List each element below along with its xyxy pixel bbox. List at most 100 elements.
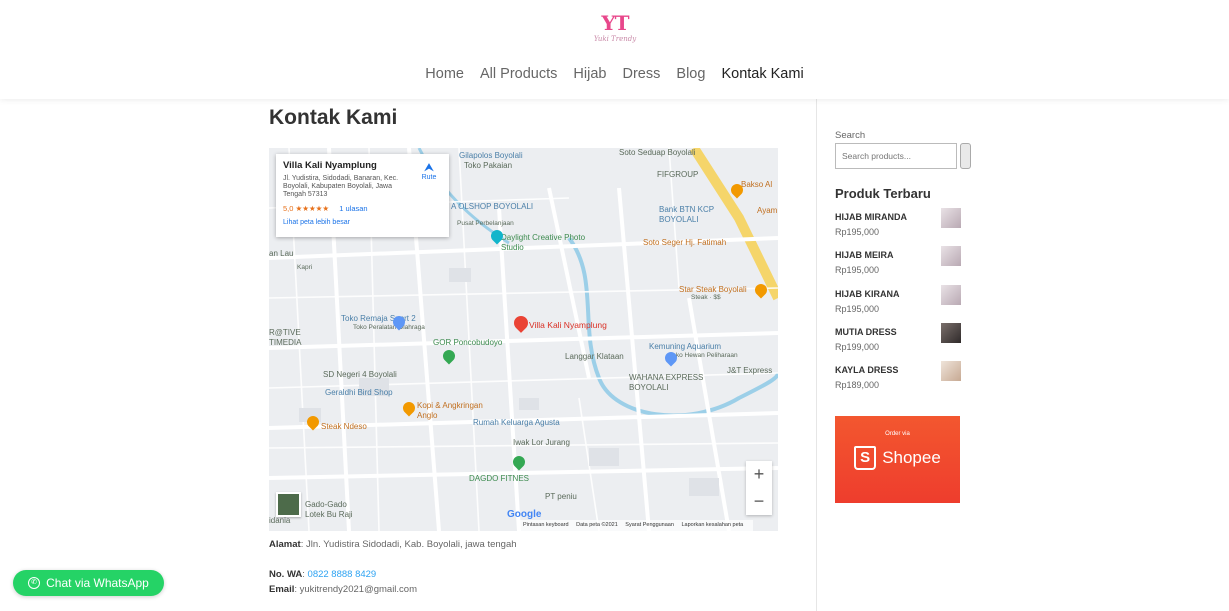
map-label: DAGDO FITNES: [469, 474, 530, 483]
product-price: Rp195,000: [835, 265, 880, 275]
zoom-out-button[interactable]: −: [746, 488, 772, 515]
product-thumbnail[interactable]: [941, 246, 961, 266]
product-item[interactable]: KAYLA DRESS Rp189,000: [835, 361, 961, 399]
map-label: Rumah Keluarga Agusta: [473, 418, 560, 427]
map-label: Gado-Gado Lotek Bu Raji: [305, 500, 353, 519]
map-label: Iwak Lor Jurang: [513, 438, 570, 447]
map-label: SD Negeri 4 Boyolali: [323, 370, 397, 379]
map-label: Toko Hewan Peliharaan: [669, 352, 738, 359]
product-price: Rp199,000: [835, 342, 880, 352]
map-label: an Lau: [269, 249, 294, 258]
map-label: PT peniu: [545, 492, 577, 501]
search-input[interactable]: [835, 143, 957, 169]
report-error-link[interactable]: Laporkan kesalahan peta: [681, 522, 743, 528]
map-label: Ayam: [757, 206, 778, 215]
map-label: Gilapolos Boyolali: [459, 151, 523, 160]
order-via-text: Order via: [885, 431, 910, 437]
product-thumbnail[interactable]: [941, 361, 961, 381]
map-label: GOR Poncobudoyo: [433, 338, 503, 347]
product-item[interactable]: MUTIA DRESS Rp199,000: [835, 323, 961, 361]
product-item[interactable]: HIJAB MIRANDA Rp195,000: [835, 208, 961, 246]
nav-all-products[interactable]: All Products: [480, 66, 557, 82]
satellite-toggle[interactable]: [276, 492, 301, 517]
search-label: Search: [835, 130, 866, 141]
product-item[interactable]: HIJAB MEIRA Rp195,000: [835, 246, 961, 284]
map-label: Steak Ndeso: [321, 422, 367, 431]
address-value: : Jln. Yudistira Sidodadi, Kab. Boyolali…: [300, 539, 517, 550]
route-button[interactable]: ⮝ Rute: [417, 160, 441, 181]
nav-home[interactable]: Home: [425, 66, 464, 82]
map-label: Geraldhi Bird Shop: [325, 388, 393, 397]
product-price: Rp195,000: [835, 227, 880, 237]
zoom-in-button[interactable]: +: [746, 461, 772, 488]
place-address: Jl. Yudistira, Sidodadi, Banaran, Kec. B…: [283, 175, 399, 198]
map-label: Steak · $$: [691, 294, 721, 301]
google-map-embed[interactable]: Villa Kali Nyamplung Jl. Yudistira, Sido…: [269, 148, 778, 531]
site-logo[interactable]: YT Yuki Trendy: [593, 12, 637, 48]
map-label: Soto Seger Hj. Fatimah: [643, 238, 727, 247]
map-label: Daylight Creative Photo Studio: [501, 233, 586, 252]
map-label: Bakso Al: [741, 180, 773, 189]
map-label: Kemuning Aquarium: [649, 342, 722, 351]
map-label: idania: [269, 516, 291, 525]
map-zoom-control: + −: [746, 461, 772, 515]
email-value: : yukitrendy2021@gmail.com: [294, 584, 418, 595]
page-title: Kontak Kami: [269, 106, 398, 129]
rating-stars: 5,0 ★★★★★: [283, 204, 330, 213]
nav-blog[interactable]: Blog: [676, 66, 705, 82]
email-row: Email: yukitrendy2021@gmail.com: [269, 582, 517, 597]
whatsapp-icon: ✆: [28, 577, 41, 589]
map-label: Kapri: [297, 264, 313, 271]
product-item[interactable]: HIJAB KIRANA Rp195,000: [835, 285, 961, 323]
map-label: Bank BTN KCP BOYOLALI: [659, 205, 714, 224]
whatsapp-chat-button[interactable]: ✆ Chat via WhatsApp: [13, 570, 164, 596]
nav-dress[interactable]: Dress: [623, 66, 661, 82]
reviews-link[interactable]: 1 ulasan: [339, 204, 367, 213]
terms-link[interactable]: Syarat Penggunaan: [625, 522, 674, 528]
map-label: Toko Peralatan Olahraga: [353, 324, 425, 331]
logo-tagline: Yuki Trendy: [593, 35, 637, 43]
nav-kontak-kami[interactable]: Kontak Kami: [721, 66, 803, 82]
nav-hijab[interactable]: Hijab: [573, 66, 606, 82]
wa-row: No. WA: 0822 8888 8429: [269, 569, 377, 580]
map-label: FIFGROUP: [657, 170, 699, 179]
map-label-villa: Villa Kali Nyamplung: [529, 320, 607, 330]
address-label: Alamat: [269, 539, 301, 550]
email-label: Email: [269, 584, 295, 595]
map-label: Star Steak Boyolali: [679, 285, 747, 294]
directions-icon: ⮝: [423, 160, 435, 174]
map-label: Pusat Perbelanjaan: [457, 220, 514, 227]
map-label: Toko Pakaian: [464, 161, 513, 170]
map-label: J&T Express: [727, 366, 773, 375]
main-nav: Home All Products Hijab Dress Blog Konta…: [0, 66, 1229, 82]
map-place-card: Villa Kali Nyamplung Jl. Yudistira, Sido…: [276, 154, 449, 237]
product-price: Rp189,000: [835, 380, 880, 390]
logo-mark: YT: [601, 11, 629, 35]
map-data-text: Data peta ©2021: [576, 522, 618, 528]
sidebar-divider: [816, 99, 817, 611]
shopee-logo: S Shopee: [835, 446, 960, 470]
route-label: Rute: [421, 174, 437, 181]
place-rating: 5,0 ★★★★★ 1 ulasan: [283, 204, 442, 213]
shopee-bag-icon: S: [854, 446, 877, 470]
map-attribution: Pintasan keyboard Data peta ©2021 Syarat…: [519, 520, 754, 531]
wa-number-link[interactable]: 0822 8888 8429: [308, 569, 377, 580]
product-thumbnail[interactable]: [941, 285, 961, 305]
wa-label: No. WA: [269, 569, 303, 580]
product-thumbnail[interactable]: [941, 208, 961, 228]
map-label: R@TIVE TIMEDIA: [269, 328, 302, 347]
shopee-banner[interactable]: Order via S Shopee: [835, 416, 960, 503]
map-label: WAHANA EXPRESS BOYOLALI: [629, 373, 704, 392]
product-thumbnail[interactable]: [941, 323, 961, 343]
map-label: Soto Seduap Boyolali: [619, 148, 696, 157]
recent-products-title: Produk Terbaru: [835, 186, 931, 201]
contact-info: Alamat: Jln. Yudistira Sidodadi, Kab. Bo…: [269, 537, 517, 597]
keyboard-shortcuts-link[interactable]: Pintasan keyboard: [523, 522, 569, 528]
product-price: Rp195,000: [835, 304, 880, 314]
view-larger-map-link[interactable]: Lihat peta lebih besar: [283, 219, 442, 226]
search-button[interactable]: [960, 143, 971, 169]
google-logo: Google: [507, 509, 542, 520]
map-label: Langgar Klataan: [565, 352, 624, 361]
address-row: Alamat: Jln. Yudistira Sidodadi, Kab. Bo…: [269, 537, 517, 552]
